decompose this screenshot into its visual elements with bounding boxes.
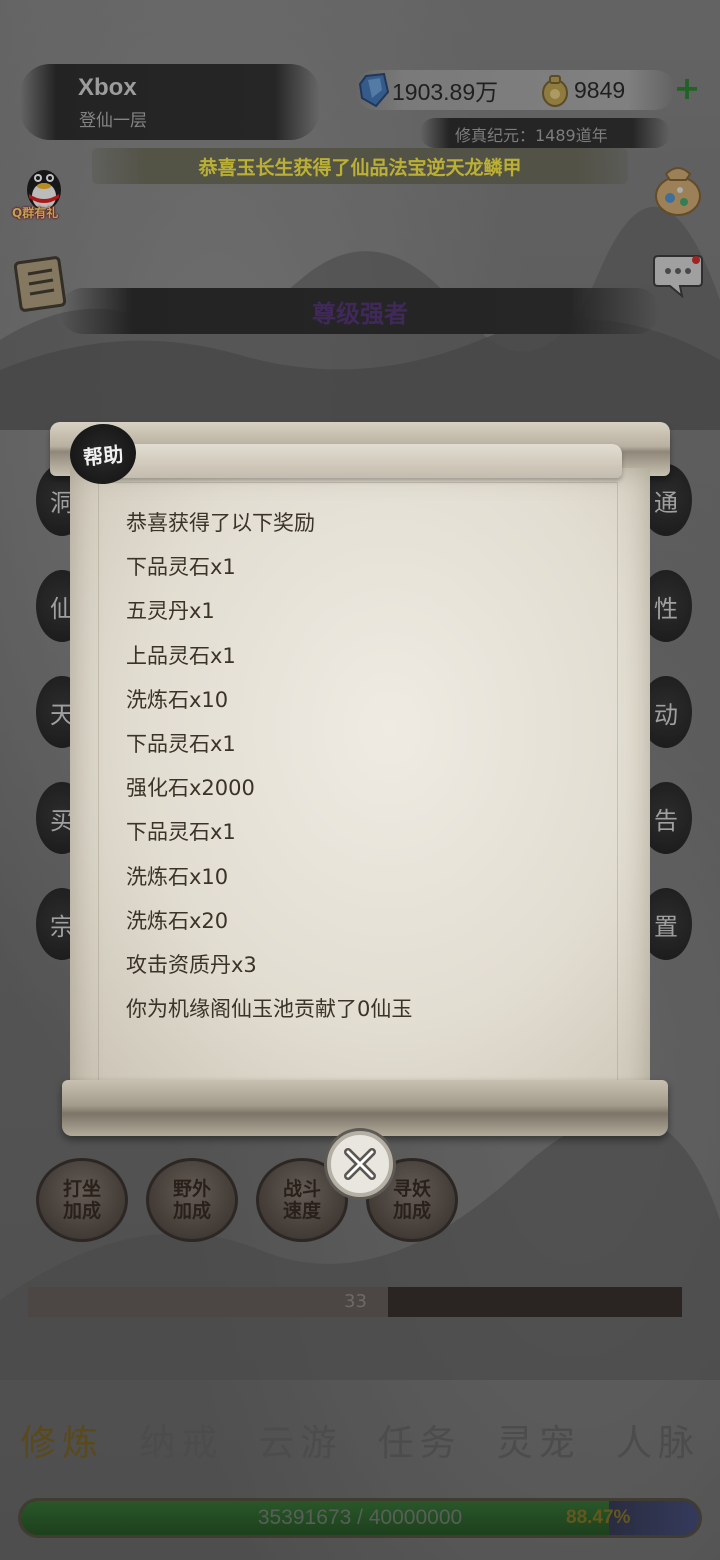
close-dialog-button[interactable] xyxy=(327,1131,393,1197)
reward-item: 攻击资质丹x3 xyxy=(126,952,257,977)
reward-list: 恭喜获得了以下奖励 下品灵石x1 五灵丹x1 上品灵石x1 洗炼石x10 下品灵… xyxy=(126,508,606,1038)
reward-item: 下品灵石x1 xyxy=(126,555,236,580)
reward-footer: 你为机缘阁仙玉池贡献了0仙玉 xyxy=(126,997,413,1022)
reward-item: 洗炼石x20 xyxy=(126,908,229,933)
reward-item: 下品灵石x1 xyxy=(126,820,236,845)
scroll-bottom-roll xyxy=(62,1080,668,1136)
close-icon xyxy=(344,1148,376,1180)
scroll-top-edge xyxy=(112,444,622,478)
reward-item: 五灵丹x1 xyxy=(126,599,215,624)
reward-item: 上品灵石x1 xyxy=(126,643,236,668)
reward-header: 恭喜获得了以下奖励 xyxy=(126,511,315,535)
reward-item: 洗炼石x10 xyxy=(126,687,229,712)
reward-item: 下品灵石x1 xyxy=(126,731,236,756)
reward-item: 强化石x2000 xyxy=(126,776,255,801)
reward-item: 洗炼石x10 xyxy=(126,864,229,889)
